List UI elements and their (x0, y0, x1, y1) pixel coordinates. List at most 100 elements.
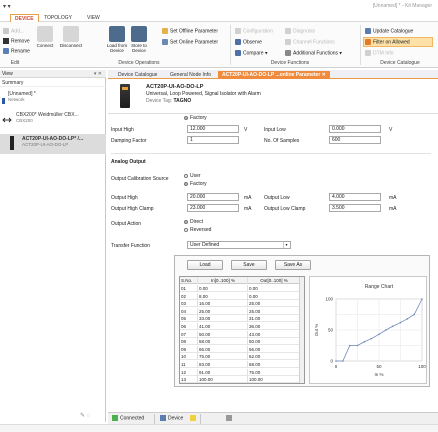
remove-button[interactable]: Remove (3, 38, 30, 44)
quick-access-icon[interactable]: ▾ ▾ (3, 3, 11, 10)
filter-on-allowed-button[interactable]: Filter on Allowed (365, 39, 410, 45)
table-row[interactable]: 10 75.00 62.00 (180, 353, 300, 361)
table-row[interactable]: 03 16.00 25.00 (180, 300, 300, 308)
table-cell[interactable]: 50.00 (198, 330, 248, 338)
close-tab-icon[interactable]: ✕ (322, 72, 326, 78)
damping-factor-field[interactable]: 1 (187, 136, 239, 144)
additional-functions-button[interactable]: Additional Functions ▾ (285, 50, 342, 56)
tab-general-node-info[interactable]: General Node Info (166, 71, 215, 79)
table-cell[interactable]: 83.00 (198, 361, 248, 368)
output-low-field[interactable]: 4.000 (329, 193, 381, 201)
table-cell[interactable]: 0.00 (248, 292, 300, 300)
table-row[interactable]: 08 58.00 50.00 (180, 338, 300, 346)
table-cell[interactable]: 06 (180, 323, 198, 330)
table-cell[interactable]: 43.00 (248, 330, 300, 338)
tree-item-act20p[interactable]: ACT20P-UI-AO-DO-LP* /... ACT20P-UI-AO-DO… (0, 134, 106, 154)
load-from-device-button[interactable]: Load from Device (106, 26, 128, 53)
tab-device-catalogue[interactable]: Device Catalogue (114, 71, 161, 79)
tab-online-parameter[interactable]: ACT20P-UI-AO-DO-LP ...online Parameter ✕ (218, 71, 330, 79)
transfer-function-select[interactable]: User Defined ▾ (187, 241, 291, 249)
table-cell[interactable]: 58.00 (198, 338, 248, 346)
table-cell[interactable]: 03 (180, 300, 198, 308)
load-button[interactable]: Load (187, 260, 223, 270)
menu-tab-device[interactable]: DEVICE (10, 14, 39, 22)
table-cell[interactable]: 13 (180, 376, 198, 384)
table-cell[interactable]: 33.00 (198, 315, 248, 323)
table-cell[interactable]: 08 (180, 338, 198, 346)
diagnosis-button[interactable]: Diagnosis (285, 28, 315, 34)
table-cell[interactable]: 25.00 (248, 300, 300, 308)
observe-button[interactable]: Observe (235, 39, 262, 45)
table-cell[interactable]: 100.00 (198, 376, 248, 384)
table-cell[interactable]: 41.00 (198, 323, 248, 330)
table-cell[interactable]: 31.00 (248, 315, 300, 323)
connect-button[interactable]: Connect (34, 26, 56, 48)
table-cell[interactable]: 07 (180, 330, 198, 338)
table-cell[interactable]: 04 (180, 307, 198, 315)
table-cell[interactable]: 12 (180, 368, 198, 376)
add-button[interactable]: Add... (3, 28, 24, 34)
table-row[interactable]: 05 33.00 31.00 (180, 315, 300, 323)
channel-functions-button[interactable]: Channel Functions (285, 39, 335, 45)
disconnect-button[interactable]: Disconnect (56, 26, 86, 48)
panel-toolbar-icons[interactable]: ✎ ◌ (80, 412, 90, 419)
output-high-clamp-field[interactable]: 23.000 (187, 204, 239, 212)
table-cell[interactable]: 66.00 (198, 345, 248, 353)
compare-button[interactable]: Compare ▾ (235, 50, 267, 56)
table-cell[interactable]: 75.00 (248, 368, 300, 376)
output-reversed-radio[interactable]: Reversed (184, 227, 211, 233)
table-cell[interactable]: 8.00 (198, 292, 248, 300)
table-cell[interactable]: 50.00 (248, 338, 300, 346)
table-scrollbar[interactable] (299, 277, 304, 383)
update-catalogue-button[interactable]: Update Catalogue (365, 28, 413, 34)
menu-tab-topology[interactable]: TOPOLOGY (40, 14, 76, 22)
table-cell[interactable]: 25.00 (248, 307, 300, 315)
input-low-field[interactable]: 0.000 (329, 125, 381, 133)
table-cell[interactable]: 0.00 (198, 285, 248, 292)
store-to-device-button[interactable]: Store to Device (128, 26, 150, 53)
tree-item-cbx200[interactable]: CBX200* Weidmüller CBX... CBX200 (0, 112, 106, 130)
table-cell[interactable]: 09 (180, 345, 198, 353)
save-button[interactable]: Save (231, 260, 267, 270)
set-offline-parameter-button[interactable]: Set Offline Parameter (162, 28, 218, 34)
table-row[interactable]: 04 25.00 25.00 (180, 307, 300, 315)
table-cell[interactable]: 0.00 (248, 285, 300, 292)
calibration-factory-radio[interactable]: Factory (184, 181, 207, 187)
samples-field[interactable]: 600 (329, 136, 381, 144)
rename-button[interactable]: Rename (3, 48, 30, 54)
save-as-button[interactable]: Save As (275, 260, 311, 270)
table-cell[interactable]: 05 (180, 315, 198, 323)
table-cell[interactable]: 68.00 (248, 361, 300, 368)
set-online-parameter-button[interactable]: Set Online Parameter (162, 39, 218, 45)
table-row[interactable]: 09 66.00 56.00 (180, 345, 300, 353)
tree-item-network[interactable]: [Unnamed] * Network (0, 91, 106, 109)
output-direct-radio[interactable]: Direct (184, 219, 203, 225)
output-low-clamp-field[interactable]: 3.500 (329, 204, 381, 212)
table-cell[interactable]: 16.00 (198, 300, 248, 308)
menu-tab-view[interactable]: VIEW (83, 14, 104, 22)
table-cell[interactable]: 02 (180, 292, 198, 300)
input-factory-radio[interactable]: Factory (184, 115, 207, 121)
table-row[interactable]: 02 8.00 0.00 (180, 292, 300, 300)
table-cell[interactable]: 10 (180, 353, 198, 361)
table-cell[interactable]: 36.00 (248, 323, 300, 330)
table-row[interactable]: 07 50.00 43.00 (180, 330, 300, 338)
table-row[interactable]: 11 83.00 68.00 (180, 361, 300, 368)
dtm-info-button[interactable]: DTM Info (365, 50, 394, 56)
table-row[interactable]: 01 0.00 0.00 (180, 285, 300, 292)
table-cell[interactable]: 11 (180, 361, 198, 368)
table-cell[interactable]: 25.00 (198, 307, 248, 315)
table-row[interactable]: 12 91.00 75.00 (180, 368, 300, 376)
table-cell[interactable]: 01 (180, 285, 198, 292)
pin-close-icon[interactable]: ▾ ✕ (94, 70, 102, 78)
table-row[interactable]: 06 41.00 36.00 (180, 323, 300, 330)
input-high-field[interactable]: 12.000 (187, 125, 239, 133)
table-cell[interactable]: 62.00 (248, 353, 300, 361)
table-row[interactable]: 13 100.00 100.00 (180, 376, 300, 384)
table-cell[interactable]: 75.00 (198, 353, 248, 361)
table-cell[interactable]: 56.00 (248, 345, 300, 353)
configuration-button[interactable]: Configuration (235, 28, 273, 34)
calibration-user-radio[interactable]: User (184, 173, 201, 179)
table-cell[interactable]: 91.00 (198, 368, 248, 376)
table-cell[interactable]: 100.00 (248, 376, 300, 384)
